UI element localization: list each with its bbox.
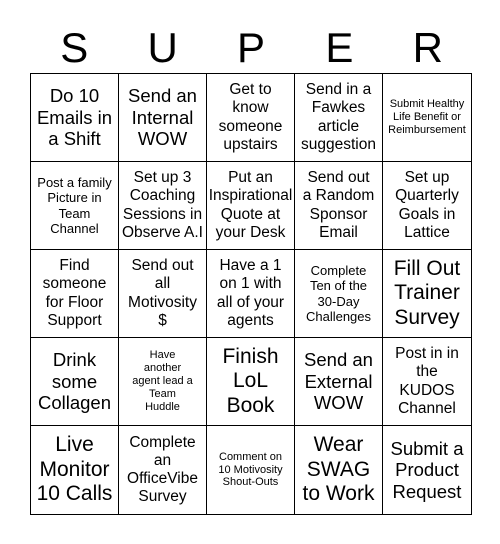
- header-letter: U: [147, 24, 178, 71]
- bingo-cell[interactable]: Send an Internal WOW: [119, 74, 207, 162]
- bingo-cell[interactable]: Have a 1 on 1 with all of your agents: [207, 250, 295, 338]
- header-letter: E: [325, 24, 354, 71]
- bingo-cell[interactable]: Send an External WOW: [295, 338, 383, 426]
- bingo-cell[interactable]: Post in in the KUDOS Channel: [383, 338, 471, 426]
- bingo-cell[interactable]: Have another agent lead a Team Huddle: [119, 338, 207, 426]
- bingo-cell[interactable]: Send out a Random Sponsor Email: [295, 162, 383, 250]
- bingo-cell[interactable]: Set up 3 Coaching Sessions in Observe A.…: [119, 162, 207, 250]
- bingo-cell[interactable]: Fill Out Trainer Survey: [383, 250, 471, 338]
- header-letter: R: [412, 24, 443, 71]
- bingo-cell[interactable]: Live Monitor 10 Calls: [31, 426, 119, 514]
- header-letter: P: [237, 24, 266, 71]
- bingo-cell[interactable]: Send in a Fawkes article suggestion: [295, 74, 383, 162]
- header-letter: S: [60, 24, 89, 71]
- bingo-header: S U P E R: [30, 22, 472, 74]
- bingo-cell[interactable]: Find someone for Floor Support: [31, 250, 119, 338]
- bingo-cell[interactable]: Comment on 10 Motivosity Shout-Outs: [207, 426, 295, 514]
- bingo-cell[interactable]: Submit a Product Request: [383, 426, 471, 514]
- bingo-cell[interactable]: Send out all Motivosity $: [119, 250, 207, 338]
- bingo-cell[interactable]: Do 10 Emails in a Shift: [31, 74, 119, 162]
- bingo-cell[interactable]: Put an Inspirational Quote at your Desk: [207, 162, 295, 250]
- bingo-grid: Do 10 Emails in a Shift Send an Internal…: [30, 73, 472, 515]
- bingo-cell[interactable]: Set up Quarterly Goals in Lattice: [383, 162, 471, 250]
- bingo-cell[interactable]: Wear SWAG to Work: [295, 426, 383, 514]
- bingo-cell[interactable]: Drink some Collagen: [31, 338, 119, 426]
- bingo-cell[interactable]: Complete an OfficeVibe Survey: [119, 426, 207, 514]
- bingo-cell[interactable]: Submit Healthy Life Benefit or Reimburse…: [383, 74, 471, 162]
- bingo-cell[interactable]: Complete Ten of the 30-Day Challenges: [295, 250, 383, 338]
- bingo-cell[interactable]: Get to know someone upstairs: [207, 74, 295, 162]
- bingo-cell[interactable]: Finish LoL Book: [207, 338, 295, 426]
- bingo-cell[interactable]: Post a family Picture in Team Channel: [31, 162, 119, 250]
